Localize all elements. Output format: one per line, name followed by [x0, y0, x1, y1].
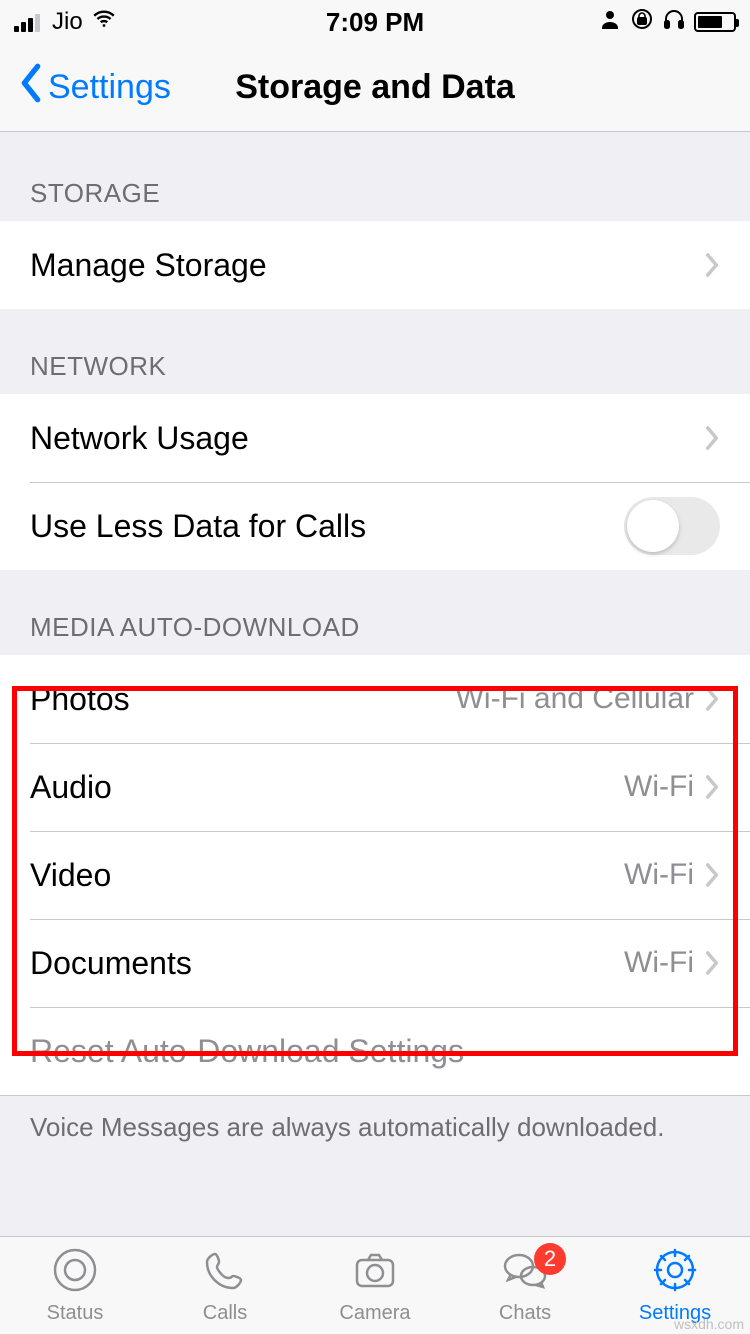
chevron-right-icon	[704, 252, 720, 278]
back-button[interactable]: Settings	[18, 63, 171, 112]
status-icon	[51, 1246, 99, 1300]
section-header-media: MEDIA AUTO-DOWNLOAD	[0, 570, 750, 655]
row-value: Wi-Fi and Cellular	[456, 682, 694, 716]
chevron-left-icon	[18, 63, 44, 112]
tab-label: Calls	[203, 1302, 247, 1325]
gear-icon	[651, 1246, 699, 1300]
signal-bars-icon	[14, 12, 40, 32]
chevron-right-icon	[704, 950, 720, 976]
section-header-network: NETWORK	[0, 309, 750, 394]
page-title: Storage and Data	[235, 68, 515, 107]
phone-icon	[201, 1246, 249, 1300]
tab-bar: Status Calls Camera 2 Chats Settings	[0, 1236, 750, 1334]
row-label: Documents	[30, 945, 624, 982]
row-label: Manage Storage	[30, 247, 704, 284]
section-footer-media: Voice Messages are always automatically …	[0, 1095, 750, 1173]
badge-chats: 2	[534, 1243, 566, 1275]
back-label: Settings	[48, 68, 171, 107]
row-audio[interactable]: Audio Wi-Fi	[0, 743, 750, 831]
tab-label: Status	[47, 1302, 104, 1325]
row-label: Photos	[30, 681, 456, 718]
chevron-right-icon	[704, 862, 720, 888]
orientation-lock-icon	[630, 7, 654, 38]
camera-icon	[351, 1246, 399, 1300]
carrier-label: Jio	[52, 8, 83, 36]
status-time: 7:09 PM	[326, 7, 424, 38]
row-manage-storage[interactable]: Manage Storage	[0, 221, 750, 309]
tab-camera[interactable]: Camera	[300, 1237, 450, 1334]
row-value: Wi-Fi	[624, 946, 694, 980]
group-network: Network Usage Use Less Data for Calls	[0, 394, 750, 570]
row-video[interactable]: Video Wi-Fi	[0, 831, 750, 919]
section-header-storage: STORAGE	[0, 132, 750, 221]
nav-bar: Settings Storage and Data	[0, 44, 750, 132]
headphones-icon	[662, 7, 686, 38]
row-reset-auto-download[interactable]: Reset Auto-Download Settings	[0, 1007, 750, 1095]
row-value: Wi-Fi	[624, 770, 694, 804]
tab-status[interactable]: Status	[0, 1237, 150, 1334]
wifi-icon	[91, 6, 117, 39]
toggle-knob	[627, 500, 679, 552]
watermark: wsxdh.com	[674, 1316, 744, 1332]
row-label: Reset Auto-Download Settings	[30, 1033, 720, 1070]
status-right	[598, 7, 736, 38]
row-use-less-data: Use Less Data for Calls	[0, 482, 750, 570]
row-label: Video	[30, 857, 624, 894]
row-photos[interactable]: Photos Wi-Fi and Cellular	[0, 655, 750, 743]
person-icon	[598, 7, 622, 38]
tab-label: Camera	[339, 1302, 410, 1325]
battery-icon	[694, 12, 736, 32]
chevron-right-icon	[704, 774, 720, 800]
chevron-right-icon	[704, 686, 720, 712]
tab-chats[interactable]: 2 Chats	[450, 1237, 600, 1334]
tab-calls[interactable]: Calls	[150, 1237, 300, 1334]
toggle-use-less-data[interactable]	[624, 497, 720, 555]
row-network-usage[interactable]: Network Usage	[0, 394, 750, 482]
status-bar: Jio 7:09 PM	[0, 0, 750, 44]
row-label: Audio	[30, 769, 624, 806]
status-left: Jio	[14, 6, 117, 39]
row-value: Wi-Fi	[624, 858, 694, 892]
row-label: Network Usage	[30, 420, 704, 457]
row-documents[interactable]: Documents Wi-Fi	[0, 919, 750, 1007]
row-label: Use Less Data for Calls	[30, 508, 624, 545]
chevron-right-icon	[704, 425, 720, 451]
group-storage: Manage Storage	[0, 221, 750, 309]
tab-label: Chats	[499, 1302, 551, 1325]
group-media-auto-download: Photos Wi-Fi and Cellular Audio Wi-Fi Vi…	[0, 655, 750, 1095]
